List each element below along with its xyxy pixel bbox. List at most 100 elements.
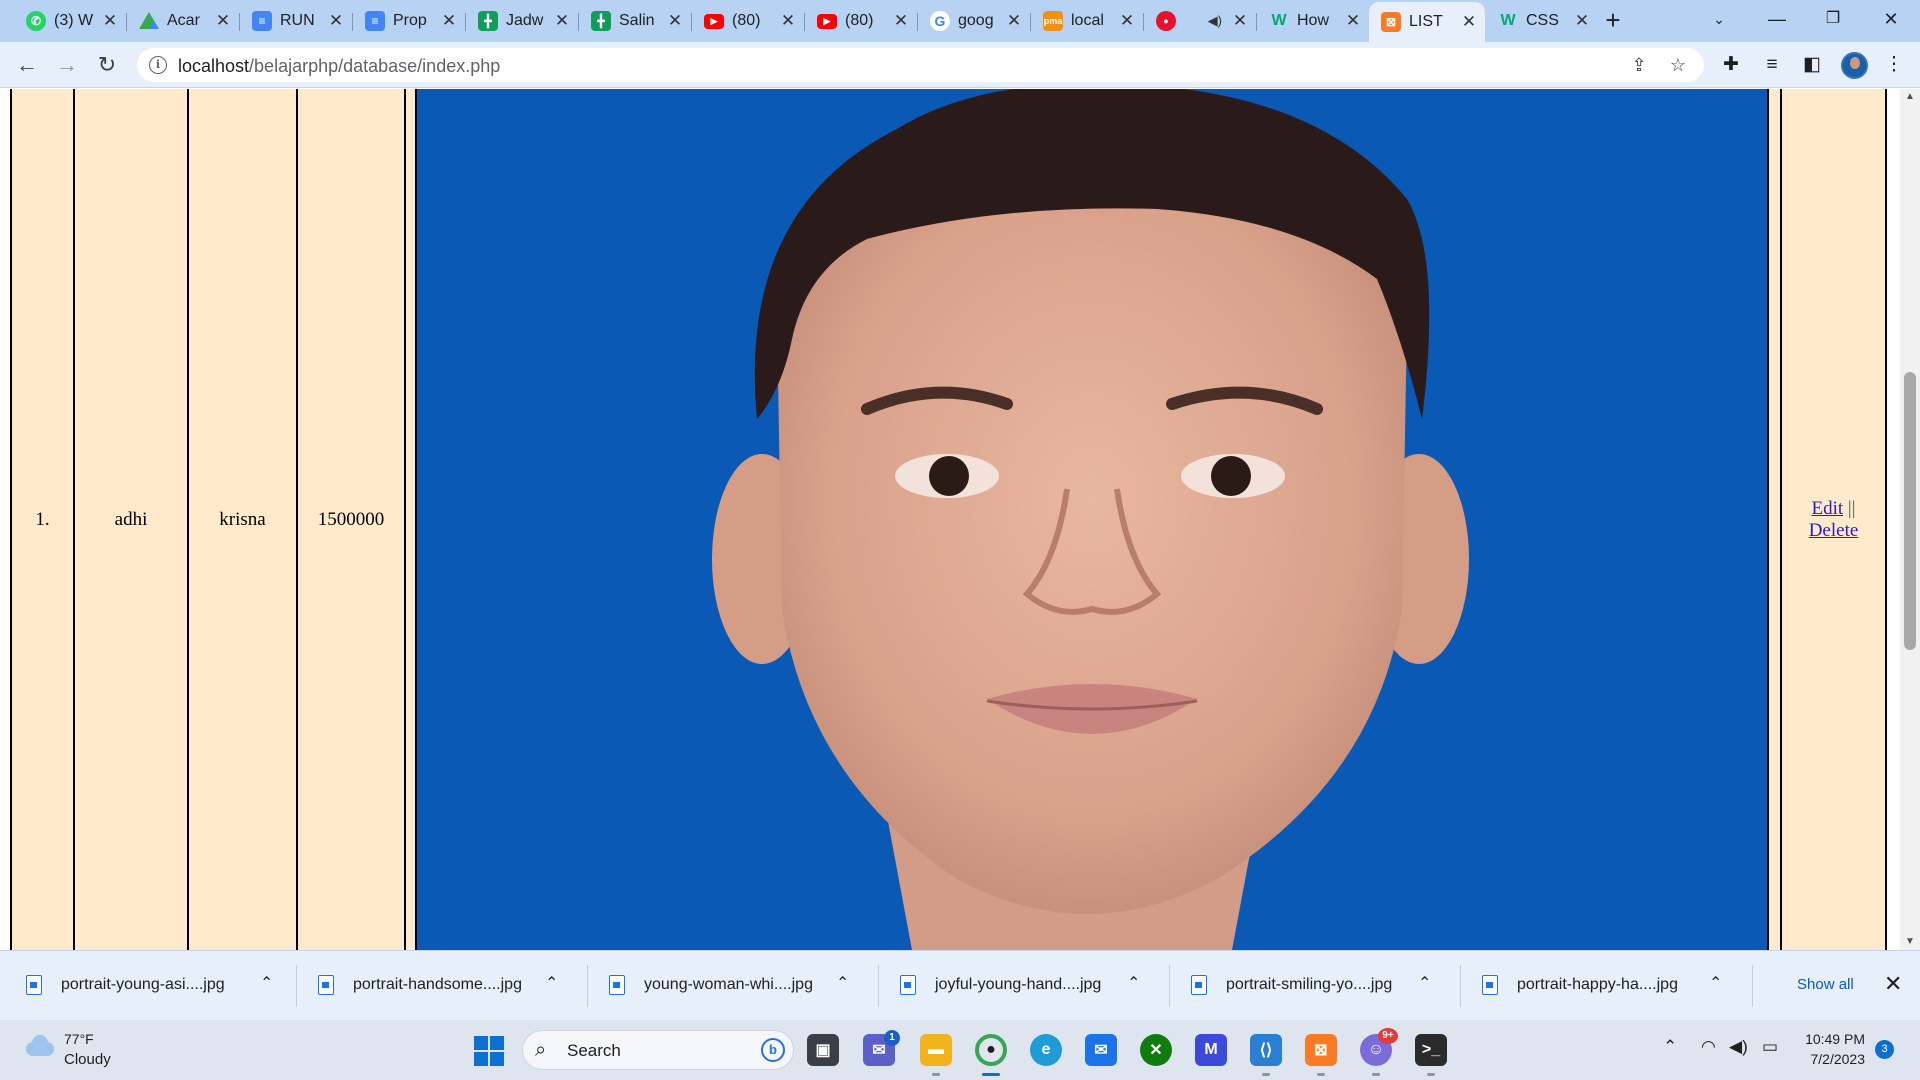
- show-all-button[interactable]: Show all: [1797, 976, 1854, 993]
- tab-sheets-salin[interactable]: ╋ Salin ✕: [579, 6, 691, 36]
- minimize-icon[interactable]: —: [1754, 0, 1800, 40]
- media-queue-icon[interactable]: ≡: [1760, 53, 1784, 77]
- close-icon[interactable]: ✕: [893, 11, 909, 31]
- cell-padding: [406, 89, 415, 950]
- side-panel-icon[interactable]: ◧: [1800, 53, 1824, 77]
- cloud-icon[interactable]: [22, 1034, 56, 1056]
- cell-number: 1.: [12, 89, 73, 950]
- tab-whatsapp[interactable]: ✆ (3) W ✕: [14, 6, 126, 36]
- xbox-icon[interactable]: ✕: [1140, 1034, 1172, 1066]
- profile-avatar[interactable]: [1841, 52, 1868, 79]
- speaker-icon[interactable]: ◀): [1208, 13, 1222, 29]
- download-filename: young-woman-whi....jpg: [644, 976, 813, 993]
- tab-phpmyadmin[interactable]: pma local ✕: [1031, 6, 1143, 36]
- tab-docs-prop[interactable]: ≡ Prop ✕: [353, 6, 465, 36]
- tab-search-icon[interactable]: ⌄: [1696, 0, 1742, 40]
- weather-temperature[interactable]: 77°F: [64, 1031, 94, 1047]
- url-text[interactable]: localhost/belajarphp/database/index.php: [178, 56, 500, 77]
- window-close-icon[interactable]: ✕: [1868, 0, 1914, 40]
- chevron-up-icon[interactable]: ⌃: [836, 973, 849, 993]
- site-info-icon[interactable]: i: [149, 56, 167, 74]
- chevron-up-icon[interactable]: ⌃: [1663, 1037, 1677, 1057]
- bing-icon[interactable]: b: [761, 1038, 785, 1062]
- vpn-app-icon[interactable]: M: [1195, 1034, 1227, 1066]
- tab-label: goog: [958, 12, 994, 29]
- chevron-up-icon[interactable]: ⌃: [1418, 973, 1431, 993]
- close-icon[interactable]: ✕: [1345, 11, 1361, 31]
- close-icon[interactable]: ✕: [554, 11, 570, 31]
- taskbar-search[interactable]: ⌕ Search b: [522, 1030, 794, 1070]
- battery-icon[interactable]: ▭: [1762, 1037, 1778, 1057]
- volume-icon[interactable]: ◀): [1729, 1037, 1748, 1057]
- url-host: localhost: [178, 56, 250, 76]
- tab-recording[interactable]: ● ◀) ✕: [1144, 6, 1256, 36]
- download-item[interactable]: portrait-handsome....jpg ⌃: [292, 951, 582, 1021]
- tab-list-active[interactable]: ⊠ LIST ✕: [1369, 2, 1485, 42]
- cell-first-name: adhi: [75, 89, 187, 950]
- chevron-up-icon[interactable]: ⌃: [545, 973, 558, 993]
- clock-date[interactable]: 7/2/2023: [1795, 1051, 1866, 1067]
- scroll-up-icon[interactable]: ▲: [1900, 89, 1920, 105]
- xampp-icon[interactable]: ⊠: [1305, 1034, 1337, 1066]
- delete-link[interactable]: Delete: [1809, 520, 1859, 541]
- notification-badge[interactable]: 3: [1875, 1040, 1894, 1059]
- edge-icon[interactable]: e: [1030, 1034, 1062, 1066]
- close-icon[interactable]: ✕: [1119, 11, 1135, 31]
- share-icon[interactable]: ⇪: [1628, 54, 1650, 76]
- weather-condition[interactable]: Cloudy: [64, 1051, 111, 1068]
- address-bar[interactable]: i localhost/belajarphp/database/index.ph…: [137, 48, 1704, 82]
- tab-w3schools-how[interactable]: W How ✕: [1257, 6, 1369, 36]
- close-icon[interactable]: ✕: [780, 11, 796, 31]
- download-item[interactable]: young-woman-whi....jpg ⌃: [583, 951, 873, 1021]
- clock-time[interactable]: 10:49 PM: [1803, 1031, 1865, 1047]
- tab-w3schools-css[interactable]: W CSS ✕: [1486, 6, 1598, 36]
- chevron-up-icon[interactable]: ⌃: [1709, 973, 1722, 993]
- chat-badge: 1: [884, 1030, 900, 1046]
- tab-google-search[interactable]: G goog ✕: [918, 6, 1030, 36]
- search-placeholder: Search: [567, 1041, 621, 1060]
- close-icon[interactable]: ✕: [328, 11, 344, 31]
- tab-youtube-1[interactable]: ▶ (80) ✕: [692, 6, 804, 36]
- restore-icon[interactable]: ❐: [1810, 0, 1856, 40]
- close-icon[interactable]: ✕: [1884, 971, 1902, 997]
- terminal-icon[interactable]: >_: [1415, 1034, 1447, 1066]
- close-icon[interactable]: ✕: [1574, 11, 1590, 31]
- close-icon[interactable]: ✕: [1232, 11, 1248, 31]
- tab-sheets-jadw[interactable]: ╋ Jadw ✕: [466, 6, 578, 36]
- tab-label: (3) W: [54, 12, 94, 29]
- chevron-up-icon[interactable]: ⌃: [1127, 973, 1140, 993]
- reload-icon[interactable]: ↻: [92, 50, 122, 80]
- file-explorer-icon[interactable]: ▬: [920, 1034, 952, 1066]
- close-icon[interactable]: ✕: [1461, 12, 1477, 32]
- download-item[interactable]: joyful-young-hand....jpg ⌃: [874, 951, 1164, 1021]
- close-icon[interactable]: ✕: [215, 11, 231, 31]
- close-icon[interactable]: ✕: [441, 11, 457, 31]
- menu-icon[interactable]: ⋮: [1882, 53, 1906, 77]
- bookmark-star-icon[interactable]: ☆: [1667, 54, 1689, 76]
- back-icon[interactable]: ←: [12, 50, 42, 80]
- tab-youtube-2[interactable]: ▶ (80) ✕: [805, 6, 917, 36]
- vscode-icon[interactable]: ⟨⟩: [1250, 1034, 1282, 1066]
- close-icon[interactable]: ✕: [102, 11, 118, 31]
- chrome-icon[interactable]: ●: [975, 1034, 1007, 1066]
- download-item[interactable]: portrait-young-asi....jpg ⌃: [0, 951, 290, 1021]
- mail-icon[interactable]: ✉: [1085, 1034, 1117, 1066]
- tab-docs-run[interactable]: ≡ RUN ✕: [240, 6, 352, 36]
- close-icon[interactable]: ✕: [1006, 11, 1022, 31]
- wifi-icon[interactable]: ◠: [1701, 1037, 1716, 1057]
- page-scrollbar[interactable]: ▲ ▼: [1900, 89, 1920, 950]
- download-item[interactable]: portrait-smiling-yo....jpg ⌃: [1165, 951, 1455, 1021]
- tab-google-drive[interactable]: Acar ✕: [127, 6, 239, 36]
- new-tab-button[interactable]: +: [1598, 6, 1628, 36]
- task-view-icon[interactable]: ▣: [807, 1034, 839, 1066]
- url-path: /belajarphp/database/index.php: [249, 56, 501, 76]
- edit-link[interactable]: Edit: [1811, 498, 1843, 519]
- extensions-icon[interactable]: ✚: [1719, 53, 1743, 77]
- scrollbar-thumb[interactable]: [1904, 372, 1916, 650]
- forward-icon[interactable]: →: [52, 50, 82, 80]
- download-item[interactable]: portrait-happy-ha....jpg ⌃: [1456, 951, 1746, 1021]
- close-icon[interactable]: ✕: [667, 11, 683, 31]
- scroll-down-icon[interactable]: ▼: [1900, 934, 1920, 950]
- chevron-up-icon[interactable]: ⌃: [260, 973, 273, 993]
- windows-start-icon[interactable]: [474, 1036, 504, 1066]
